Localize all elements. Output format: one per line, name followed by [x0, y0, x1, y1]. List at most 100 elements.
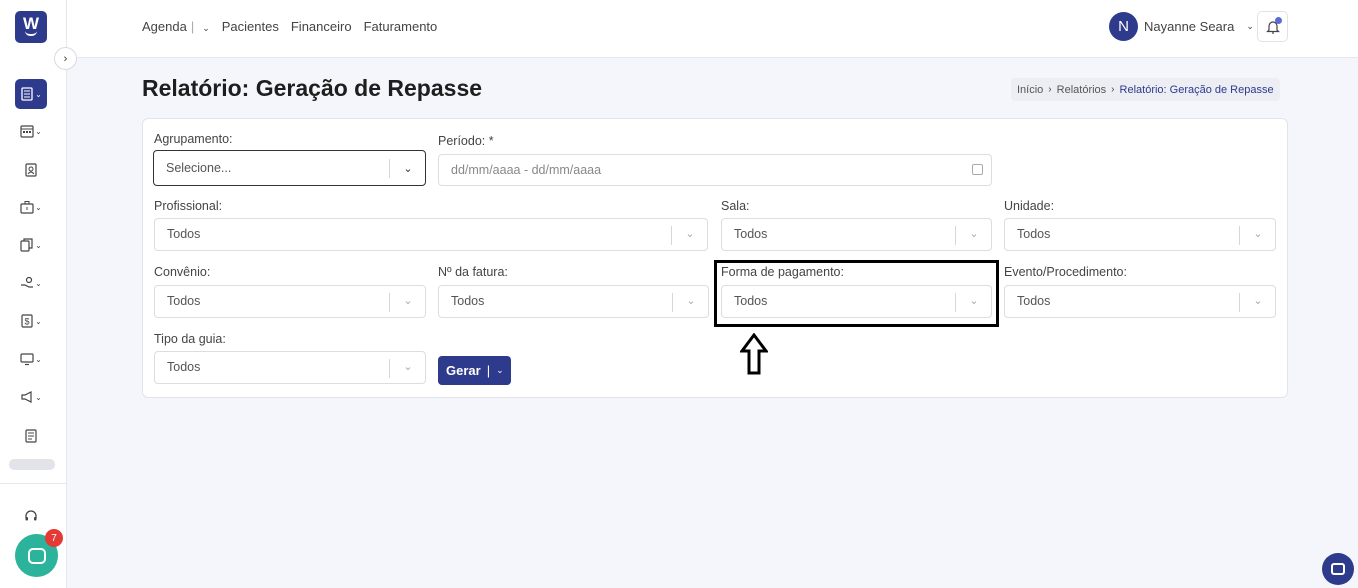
sidebar-item-billing[interactable]: $ ⌄ — [15, 306, 47, 336]
fatura-label: Nº da fatura: — [438, 265, 508, 279]
unidade-label: Unidade: — [1004, 199, 1055, 213]
nav-agenda-label: Agenda — [142, 19, 187, 34]
chevron-down-icon: ⌄ — [35, 316, 42, 326]
chevron-right-icon: › — [63, 52, 68, 65]
sala-value: Todos — [734, 227, 768, 241]
chevron-right-icon: › — [1111, 84, 1115, 95]
nav-financeiro[interactable]: Financeiro — [291, 19, 352, 34]
sidebar-scrollbar[interactable] — [9, 459, 55, 470]
top-navigation: Agenda | ⌄ Pacientes Financeiro Faturament… — [142, 19, 437, 34]
chevron-down-icon[interactable]: ⌄ — [683, 292, 699, 308]
chevron-down-icon: ⌄ — [35, 392, 42, 402]
headset-icon — [25, 510, 37, 521]
convenio-label: Convênio: — [154, 265, 211, 279]
sidebar-divider — [0, 483, 66, 484]
tipo-guia-select[interactable]: Todos ⌄ — [154, 351, 426, 384]
select-divider — [389, 159, 390, 178]
select-divider — [389, 359, 390, 378]
nav-agenda[interactable]: Agenda | ⌄ — [142, 19, 210, 34]
nav-faturamento[interactable]: Faturamento — [364, 19, 438, 34]
notification-dot — [1275, 17, 1282, 24]
convenio-select[interactable]: Todos ⌄ — [154, 285, 426, 318]
chevron-down-icon[interactable]: ⌄ — [1250, 225, 1266, 241]
profissional-label: Profissional: — [154, 199, 223, 213]
button-separator: | — [486, 363, 491, 378]
sidebar-item-patients[interactable] — [15, 155, 47, 185]
chevron-down-icon: ⌄ — [35, 126, 42, 136]
agrupamento-value: Selecione... — [166, 161, 232, 175]
periodo-label: Período: * — [438, 134, 494, 148]
document-list-icon — [21, 87, 33, 101]
avatar: N — [1109, 12, 1138, 41]
chat-bubble-icon — [27, 547, 46, 564]
periodo-date-range-input[interactable]: dd/mm/aaaa - dd/mm/aaaa — [438, 154, 992, 186]
sidebar-item-marketing[interactable]: ⌄ — [15, 382, 47, 412]
nav-pacientes[interactable]: Pacientes — [222, 19, 279, 34]
sidebar-item-calendar[interactable]: ⌄ — [15, 116, 47, 146]
agrupamento-label: Agrupamento: — [154, 132, 233, 146]
chevron-down-icon[interactable]: ⌄ — [496, 365, 504, 376]
select-divider — [1239, 293, 1240, 312]
newspaper-icon — [25, 429, 37, 443]
logo-letter: W — [22, 14, 40, 33]
chevron-down-icon[interactable]: ⌄ — [202, 23, 210, 33]
profissional-value: Todos — [167, 227, 201, 241]
evento-select[interactable]: Todos ⌄ — [1004, 285, 1276, 318]
select-divider — [1239, 226, 1240, 245]
user-menu[interactable]: N Nayanne Seara ⌄ — [1109, 12, 1254, 41]
chevron-down-icon: ⌄ — [35, 240, 42, 250]
sidebar-item-news[interactable] — [15, 421, 47, 451]
gerar-label: Gerar — [446, 363, 481, 378]
chat-badge: 7 — [45, 529, 63, 547]
top-bar: Agenda | ⌄ Pacientes Financeiro Faturament… — [67, 0, 1358, 58]
sidebar-item-services[interactable]: ⌄ — [15, 192, 47, 222]
sidebar: W ⌄ ⌄ ⌄ ⌄ ⌄ $ ⌄ ⌄ ⌄ — [0, 0, 67, 588]
sala-select[interactable]: Todos ⌄ — [721, 218, 992, 251]
chevron-down-icon: ⌄ — [35, 354, 42, 364]
breadcrumb: Início › Relatórios › Relatório: Geração… — [1011, 78, 1280, 101]
chevron-down-icon[interactable]: ⌄ — [400, 160, 416, 176]
calendar-icon[interactable] — [972, 164, 983, 175]
select-divider — [389, 293, 390, 312]
sidebar-item-monitor[interactable]: ⌄ — [15, 344, 47, 374]
breadcrumb-home[interactable]: Início — [1017, 84, 1043, 96]
breadcrumb-reports[interactable]: Relatórios — [1057, 84, 1107, 96]
unidade-value: Todos — [1017, 227, 1051, 241]
sidebar-item-reports[interactable]: ⌄ — [15, 79, 47, 109]
sidebar-item-documents[interactable]: ⌄ — [15, 230, 47, 260]
chevron-down-icon: ⌄ — [35, 278, 42, 288]
app-logo[interactable]: W — [15, 11, 47, 43]
arrow-up-icon — [740, 333, 768, 375]
agrupamento-select[interactable]: Selecione... ⌄ — [153, 150, 426, 186]
unidade-select[interactable]: Todos ⌄ — [1004, 218, 1276, 251]
gerar-button[interactable]: Gerar | ⌄ — [438, 356, 511, 385]
messages-button[interactable] — [1322, 553, 1354, 585]
monitor-icon — [20, 353, 34, 366]
sidebar-toggle-button[interactable]: › — [54, 47, 77, 70]
chevron-down-icon[interactable]: ⌄ — [400, 358, 416, 374]
notifications-button[interactable] — [1257, 11, 1288, 42]
sidebar-item-finance[interactable]: ⌄ — [15, 268, 47, 298]
page-title: Relatório: Geração de Repasse — [142, 75, 483, 101]
select-divider — [955, 226, 956, 245]
chevron-down-icon: ⌄ — [1246, 21, 1254, 31]
profissional-select[interactable]: Todos ⌄ — [154, 218, 708, 251]
chevron-down-icon[interactable]: ⌄ — [400, 292, 416, 308]
chevron-down-icon: ⌄ — [35, 202, 42, 212]
fatura-select[interactable]: Todos ⌄ — [438, 285, 709, 318]
select-divider — [672, 293, 673, 312]
sala-label: Sala: — [721, 199, 750, 213]
logo-smile-icon — [25, 31, 37, 36]
sidebar-item-support[interactable] — [15, 501, 47, 531]
evento-label: Evento/Procedimento: — [1004, 265, 1127, 279]
fatura-value: Todos — [451, 294, 485, 308]
select-divider — [671, 226, 672, 245]
evento-value: Todos — [1017, 294, 1051, 308]
chevron-down-icon[interactable]: ⌄ — [1250, 292, 1266, 308]
dollar-doc-icon: $ — [21, 314, 33, 328]
chevron-down-icon[interactable]: ⌄ — [682, 225, 698, 241]
chevron-down-icon[interactable]: ⌄ — [966, 225, 982, 241]
tipo-guia-label: Tipo da guia: — [154, 332, 226, 346]
nav-separator: | — [190, 19, 195, 34]
convenio-value: Todos — [167, 294, 201, 308]
